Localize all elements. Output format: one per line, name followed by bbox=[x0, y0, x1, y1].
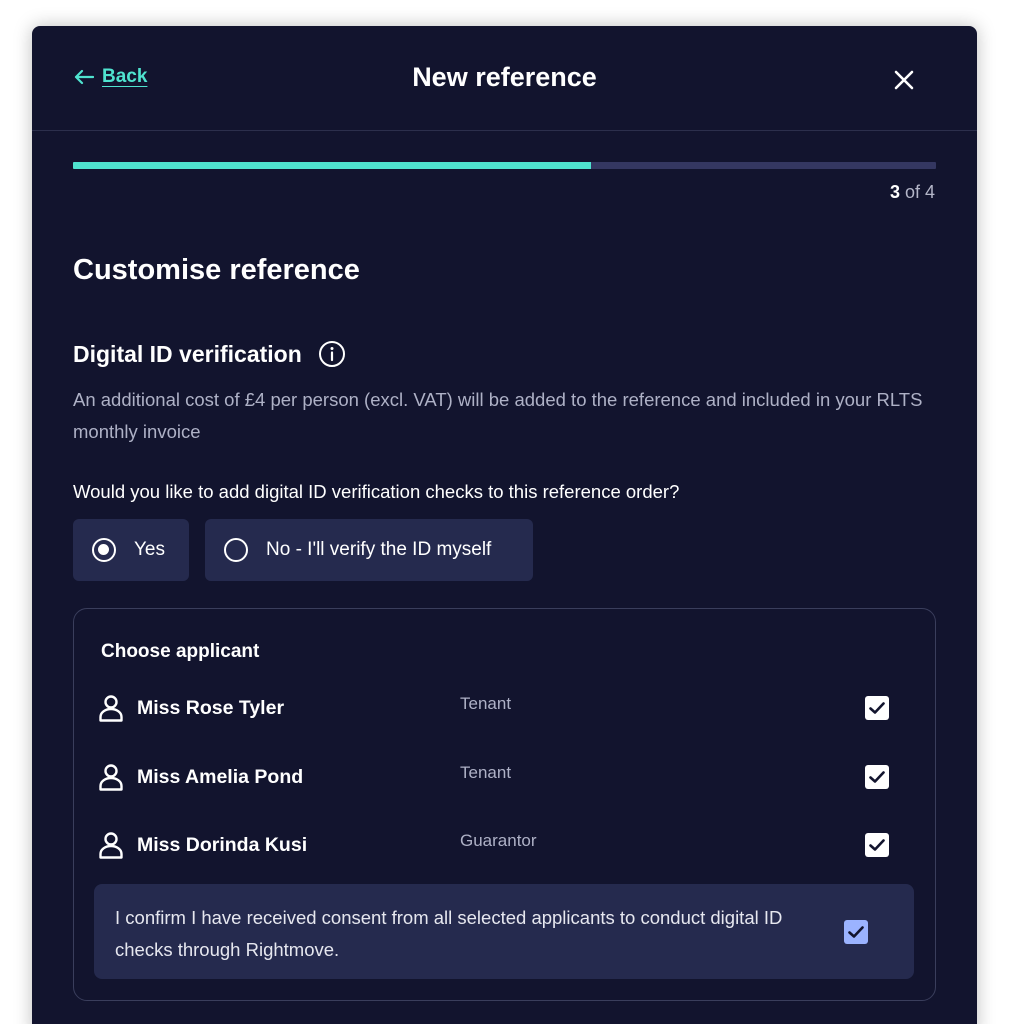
radio-option-label: No - I'll verify the ID myself bbox=[266, 539, 492, 560]
applicant-role: Tenant bbox=[460, 763, 512, 782]
choose-applicant-title: Choose applicant bbox=[101, 641, 260, 662]
section-title-row: Digital ID verification bbox=[73, 340, 346, 368]
page-title: Customise reference bbox=[73, 254, 360, 286]
total-steps: of 4 bbox=[899, 182, 935, 202]
applicant-name: Miss Dorinda Kusi bbox=[137, 833, 308, 856]
progress-bar-fill bbox=[73, 162, 591, 169]
step-indicator: 3 of 4 bbox=[890, 182, 935, 203]
radio-selected-icon[interactable] bbox=[92, 538, 116, 562]
modal-header: Back New reference bbox=[32, 26, 977, 131]
consent-checkbox[interactable] bbox=[844, 920, 868, 944]
applicant-card: Choose applicant Miss Rose Tyler Tenant bbox=[73, 608, 936, 1001]
checkmark-icon bbox=[848, 926, 864, 938]
modal-title: New reference bbox=[412, 62, 597, 92]
radio-option-yes[interactable]: Yes bbox=[73, 519, 189, 581]
section-description: An additional cost of £4 per person (exc… bbox=[73, 389, 923, 442]
person-icon bbox=[98, 763, 124, 791]
verification-question: Would you like to add digital ID verific… bbox=[73, 481, 680, 502]
applicant-role: Tenant bbox=[460, 694, 512, 713]
checkmark-icon bbox=[869, 702, 885, 714]
consent-panel: I confirm I have received consent from a… bbox=[94, 884, 914, 979]
radio-option-label: Yes bbox=[134, 539, 165, 560]
applicant-role: Guarantor bbox=[460, 831, 537, 850]
applicant-row: Miss Dorinda Kusi Guarantor bbox=[98, 825, 918, 865]
person-icon bbox=[98, 831, 124, 859]
radio-unselected-icon[interactable] bbox=[224, 538, 248, 562]
consent-text: I confirm I have received consent from a… bbox=[115, 907, 783, 960]
applicant-checkbox[interactable] bbox=[865, 765, 889, 789]
progress-bar bbox=[73, 162, 936, 169]
new-reference-modal: Back New reference 3 of 4 Customise refe… bbox=[32, 26, 977, 1024]
applicant-checkbox[interactable] bbox=[865, 696, 889, 720]
applicant-name: Miss Amelia Pond bbox=[137, 765, 304, 788]
info-icon[interactable] bbox=[318, 340, 346, 368]
current-step: 3 bbox=[889, 182, 900, 202]
close-icon[interactable] bbox=[892, 68, 916, 92]
applicant-checkbox[interactable] bbox=[865, 833, 889, 857]
section-title: Digital ID verification bbox=[73, 340, 302, 367]
checkmark-icon bbox=[869, 839, 885, 851]
applicant-name: Miss Rose Tyler bbox=[137, 696, 285, 719]
applicant-row: Miss Rose Tyler Tenant bbox=[98, 688, 918, 728]
checkmark-icon bbox=[869, 771, 885, 783]
person-icon bbox=[98, 694, 124, 722]
radio-option-no[interactable]: No - I'll verify the ID myself bbox=[205, 519, 533, 581]
applicant-row: Miss Amelia Pond Tenant bbox=[98, 757, 918, 797]
